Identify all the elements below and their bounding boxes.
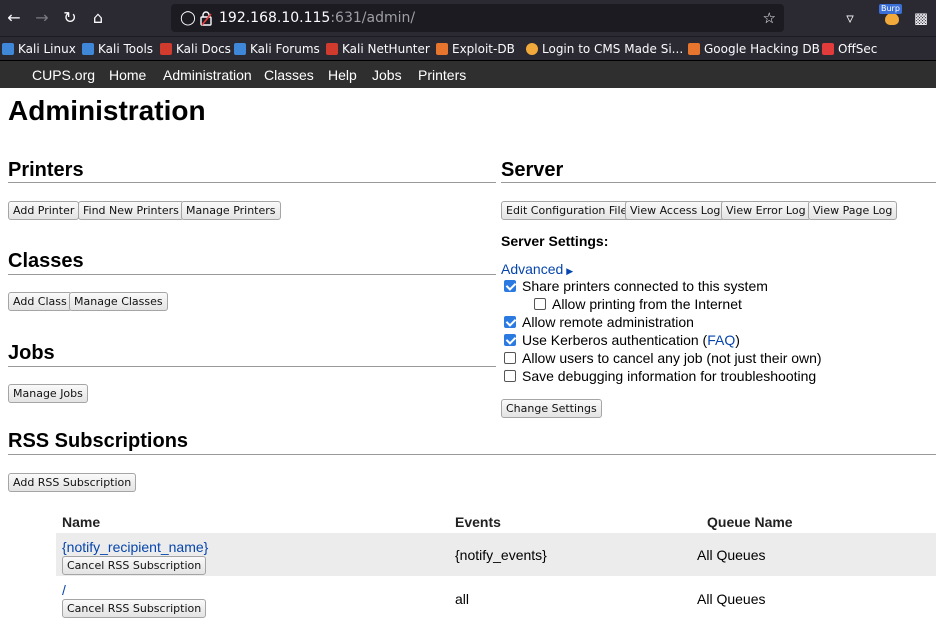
burp-icon[interactable]: Burp [879, 4, 903, 28]
share-printers-checkbox[interactable] [504, 280, 516, 292]
server-settings-label: Server Settings: [501, 233, 609, 249]
bookmark-cms-login[interactable]: Login to CMS Made Si... [526, 41, 683, 57]
table-row: / Cancel RSS Subscription all All Queues [56, 576, 936, 619]
subscription-name-link[interactable]: {notify_recipient_name} [62, 538, 208, 556]
bookmarks-bar: Kali Linux Kali Tools Kali Docs Kali For… [0, 36, 936, 60]
nav-home[interactable]: Home [109, 66, 146, 84]
nav-help[interactable]: Help [328, 66, 357, 84]
nav-cups-org[interactable]: CUPS.org [32, 66, 95, 84]
nethunter-icon [326, 43, 338, 55]
column-name-header: Name [62, 514, 101, 530]
nav-administration[interactable]: Administration [163, 66, 252, 84]
burp-badge: Burp [879, 4, 902, 14]
allow-internet-printing-checkbox[interactable] [534, 298, 546, 310]
printers-divider [8, 182, 496, 183]
exploit-db-icon [436, 43, 448, 55]
bookmark-kali-forums[interactable]: Kali Forums [234, 41, 320, 57]
manage-classes-button[interactable]: Manage Classes [69, 292, 168, 311]
kali-icon [2, 43, 14, 55]
cups-header: CUPS.org Home Administration Classes Hel… [0, 60, 936, 88]
classes-heading: Classes [8, 250, 84, 272]
view-page-log-button[interactable]: View Page Log [808, 201, 898, 220]
jobs-divider [8, 366, 496, 367]
subscription-events: {notify_events} [455, 547, 547, 563]
find-new-printers-button[interactable]: Find New Printers [78, 201, 184, 220]
faq-link[interactable]: FAQ [707, 332, 735, 348]
lock-icon[interactable] [199, 10, 213, 26]
browser-toolbar: ← → ↻ ⌂ ◯ 192.168.10.115:631/admin/ ☆ ▿ … [0, 0, 936, 36]
kali-docs-icon [160, 43, 172, 55]
add-printer-button[interactable]: Add Printer [8, 201, 80, 220]
edit-config-file-button[interactable]: Edit Configuration File [501, 201, 633, 220]
extensions-icon[interactable]: ▩ [910, 7, 932, 29]
option-cancel-any-job[interactable]: Allow users to cancel any job (not just … [504, 349, 822, 367]
url-path: :631/admin/ [330, 10, 416, 26]
kali-tools-icon [82, 43, 94, 55]
forward-icon[interactable]: → [32, 8, 52, 28]
bookmark-kali-nethunter[interactable]: Kali NetHunter [326, 41, 430, 57]
bookmark-kali-linux[interactable]: Kali Linux [2, 41, 76, 57]
page-title: Administration [8, 95, 206, 126]
triangle-right-icon: ▶ [566, 267, 574, 277]
ghdb-icon [688, 43, 700, 55]
url-bar[interactable]: ◯ 192.168.10.115:631/admin/ ☆ [171, 4, 784, 32]
option-remote-admin[interactable]: Allow remote administration [504, 313, 694, 331]
column-events-header: Events [455, 514, 501, 530]
nav-printers[interactable]: Printers [418, 66, 466, 84]
table-row: {notify_recipient_name} Cancel RSS Subsc… [56, 533, 936, 576]
manage-jobs-button[interactable]: Manage Jobs [8, 384, 88, 403]
url-host: 192.168.10.115 [219, 10, 331, 26]
kali-forums-icon [234, 43, 246, 55]
reload-icon[interactable]: ↻ [60, 8, 80, 28]
advanced-label: Advanced [501, 261, 564, 277]
rss-divider [8, 454, 936, 455]
manage-printers-button[interactable]: Manage Printers [181, 201, 281, 220]
option-save-debug[interactable]: Save debugging information for troublesh… [504, 367, 816, 385]
nav-classes[interactable]: Classes [264, 66, 314, 84]
offsec-icon [822, 43, 834, 55]
home-icon[interactable]: ⌂ [88, 8, 108, 28]
option-allow-internet-printing[interactable]: Allow printing from the Internet [534, 295, 742, 313]
printers-heading: Printers [8, 159, 84, 181]
nav-jobs[interactable]: Jobs [372, 66, 402, 84]
pocket-icon[interactable]: ▿ [839, 7, 861, 29]
change-settings-button[interactable]: Change Settings [501, 399, 602, 418]
view-error-log-button[interactable]: View Error Log [721, 201, 811, 220]
subscription-events: all [455, 591, 470, 607]
add-rss-subscription-button[interactable]: Add RSS Subscription [8, 473, 137, 492]
subscription-queue: All Queues [697, 547, 766, 563]
add-class-button[interactable]: Add Class [8, 292, 72, 311]
jobs-heading: Jobs [8, 342, 55, 364]
star-icon[interactable]: ☆ [763, 9, 776, 27]
back-icon[interactable]: ← [4, 8, 24, 28]
classes-divider [8, 274, 496, 275]
option-kerberos[interactable]: Use Kerberos authentication (FAQ) [504, 331, 740, 349]
bookmark-google-hacking-db[interactable]: Google Hacking DB [688, 41, 820, 57]
column-queue-header: Queue Name [707, 514, 793, 530]
shield-icon[interactable]: ◯ [180, 9, 196, 27]
cancel-rss-subscription-button[interactable]: Cancel RSS Subscription [62, 556, 207, 575]
rss-heading: RSS Subscriptions [8, 430, 189, 452]
save-debug-checkbox[interactable] [504, 370, 516, 382]
option-share-printers[interactable]: Share printers connected to this system [504, 277, 768, 295]
cancel-rss-subscription-button[interactable]: Cancel RSS Subscription [62, 599, 207, 618]
server-divider [501, 182, 936, 183]
cancel-any-job-checkbox[interactable] [504, 352, 516, 364]
kerberos-checkbox[interactable] [504, 334, 516, 346]
bookmark-kali-docs[interactable]: Kali Docs [160, 41, 231, 57]
view-access-log-button[interactable]: View Access Log [625, 201, 726, 220]
subscription-name-link[interactable]: / [62, 581, 66, 599]
cms-icon [526, 43, 538, 55]
bookmark-kali-tools[interactable]: Kali Tools [82, 41, 153, 57]
server-heading: Server [501, 159, 564, 181]
url-text[interactable]: 192.168.10.115:631/admin/ [219, 10, 415, 26]
remote-admin-checkbox[interactable] [504, 316, 516, 328]
bookmark-offsec[interactable]: OffSec [822, 41, 877, 57]
bookmark-exploit-db[interactable]: Exploit-DB [436, 41, 515, 57]
subscription-queue: All Queues [697, 591, 766, 607]
